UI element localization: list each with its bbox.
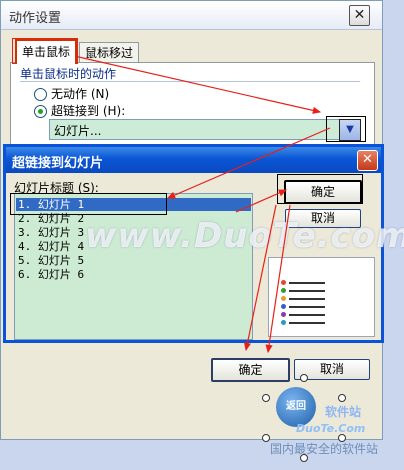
group-divider (20, 81, 360, 82)
preview-bullet (281, 280, 326, 286)
slide-list-item[interactable]: 5. 幻灯片 5 (18, 254, 84, 267)
highlight-dropdown-box (326, 116, 366, 142)
action-settings-titlebar: 动作设置 ✕ (1, 1, 382, 30)
radio-no-action-label: 无动作 (N) (51, 87, 110, 101)
resize-handle (338, 394, 346, 402)
highlight-ok-box (277, 174, 363, 204)
watermark-slogan: 国内最安全的软件站 (270, 442, 379, 456)
hyperlink-to-slide-close-button[interactable]: ✕ (357, 150, 378, 171)
resize-handle (262, 394, 270, 402)
radio-no-action[interactable]: 无动作 (N) (34, 85, 109, 102)
watermark-site-label: 软件站 (325, 405, 362, 419)
preview-bullet (281, 312, 326, 318)
radio-hyperlink[interactable]: 超链接到 (H): (34, 102, 125, 119)
group-label-click-action: 单击鼠标时的动作 (20, 67, 117, 81)
radio-hyperlink-circle[interactable] (34, 105, 47, 118)
tab-mouse-click[interactable]: 单击鼠标 (15, 39, 78, 64)
slide-preview (268, 257, 375, 337)
slide-list-item[interactable]: 3. 幻灯片 3 (18, 226, 84, 239)
preview-bullet (281, 288, 326, 294)
radio-no-action-circle[interactable] (34, 88, 47, 101)
back-badge-icon: 返回 (276, 387, 316, 427)
action-settings-title: 动作设置 (9, 11, 62, 26)
hyperlink-target-combo[interactable]: 幻灯片... ▼ (49, 119, 361, 141)
hyperlink-to-slide-title: 超链接到幻灯片 (12, 156, 104, 171)
preview-bullet (281, 320, 326, 326)
preview-bullet (281, 296, 326, 302)
resize-handle (262, 434, 270, 442)
slide-list-item[interactable]: 4. 幻灯片 4 (18, 240, 84, 253)
radio-hyperlink-label: 超链接到 (H): (51, 104, 126, 118)
highlight-slide-box (10, 193, 167, 215)
slide-list-item[interactable]: 6. 幻灯片 6 (18, 268, 84, 281)
action-settings-ok-button[interactable]: 确定 (211, 358, 290, 382)
preview-bullet (281, 304, 326, 310)
resize-handle (300, 374, 308, 382)
tab-mouse-over[interactable]: 鼠标移过 (79, 42, 140, 63)
watermark-domain: DuoTe.Com (296, 422, 366, 435)
watermark-text: www.DuoTe.com (85, 216, 404, 256)
hyperlink-to-slide-titlebar: 超链接到幻灯片 ✕ (6, 147, 381, 173)
hyperlink-target-value: 幻灯片... (54, 124, 102, 138)
action-settings-close-button[interactable]: ✕ (349, 5, 370, 26)
